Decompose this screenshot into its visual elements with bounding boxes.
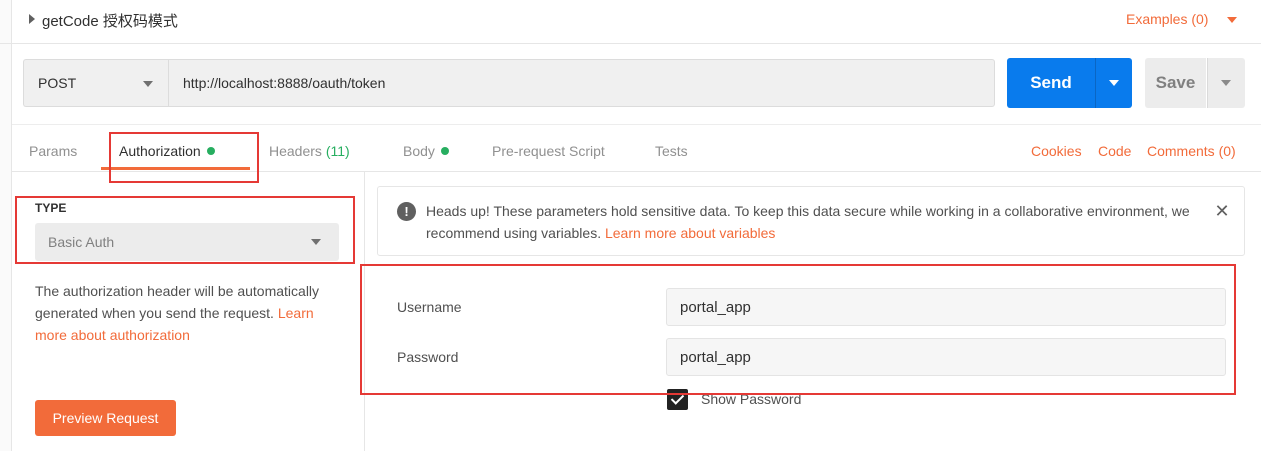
tab-body[interactable]: Body xyxy=(403,143,449,159)
learn-more-variables-link[interactable]: Learn more about variables xyxy=(605,225,775,241)
headers-count: (11) xyxy=(325,143,350,159)
tab-label: Headers xyxy=(269,143,322,159)
chevron-down-icon xyxy=(143,81,153,87)
auth-description-text: The authorization header will be automat… xyxy=(35,283,320,321)
send-label: Send xyxy=(1030,73,1072,92)
examples-dropdown[interactable]: Examples (0) xyxy=(1126,11,1208,27)
username-label: Username xyxy=(397,299,462,315)
tab-pre-request-script[interactable]: Pre-request Script xyxy=(492,143,605,159)
tab-label: Authorization xyxy=(119,143,201,159)
show-password-label: Show Password xyxy=(701,391,802,407)
preview-request-button[interactable]: Preview Request xyxy=(35,400,176,436)
request-name[interactable]: getCode 授权码模式 xyxy=(42,10,178,31)
comments-link[interactable]: Comments (0) xyxy=(1147,143,1236,159)
tab-headers[interactable]: Headers (11) xyxy=(269,143,350,159)
auth-type-select[interactable]: Basic Auth xyxy=(35,223,339,261)
tab-params[interactable]: Params xyxy=(29,143,77,159)
send-button[interactable]: Send xyxy=(1007,58,1095,108)
tab-label: Params xyxy=(29,143,78,159)
chevron-down-icon xyxy=(1221,80,1231,86)
tab-label: Body xyxy=(403,143,435,159)
method-label: POST xyxy=(38,75,77,91)
close-icon[interactable]: ✕ xyxy=(1214,201,1230,221)
chevron-down-icon[interactable] xyxy=(1227,17,1237,23)
active-indicator-icon xyxy=(440,147,449,155)
password-input[interactable] xyxy=(666,338,1226,376)
warning-message: Heads up! These parameters hold sensitiv… xyxy=(426,200,1206,244)
method-select[interactable]: POST xyxy=(23,59,168,107)
active-tab-underline xyxy=(101,167,250,170)
type-heading: TYPE xyxy=(35,201,67,215)
tab-label: Pre-request Script xyxy=(492,143,605,159)
request-header xyxy=(0,0,1261,44)
username-input[interactable] xyxy=(666,288,1226,326)
show-password-checkbox[interactable] xyxy=(667,389,688,410)
code-link[interactable]: Code xyxy=(1098,143,1131,159)
url-input[interactable] xyxy=(168,59,995,107)
cookies-link[interactable]: Cookies xyxy=(1031,143,1082,159)
sidebar-edge xyxy=(0,0,12,451)
chevron-down-icon xyxy=(311,239,321,245)
auth-type-value: Basic Auth xyxy=(48,234,115,250)
active-indicator-icon xyxy=(206,147,215,155)
preview-request-label: Preview Request xyxy=(52,410,159,426)
save-options-button[interactable] xyxy=(1207,58,1245,108)
password-label: Password xyxy=(397,349,459,365)
auth-description: The authorization header will be automat… xyxy=(35,280,335,346)
tab-tests[interactable]: Tests xyxy=(655,143,688,159)
save-button[interactable]: Save xyxy=(1145,58,1206,108)
expand-caret-icon[interactable] xyxy=(29,14,35,24)
tab-label: Tests xyxy=(655,143,688,159)
save-label: Save xyxy=(1155,73,1196,92)
chevron-down-icon xyxy=(1109,80,1119,86)
tab-authorization[interactable]: Authorization xyxy=(119,143,215,159)
warning-text: Heads up! These parameters hold sensitiv… xyxy=(426,203,1190,241)
send-options-button[interactable] xyxy=(1095,58,1132,108)
alert-icon: ! xyxy=(397,202,416,221)
